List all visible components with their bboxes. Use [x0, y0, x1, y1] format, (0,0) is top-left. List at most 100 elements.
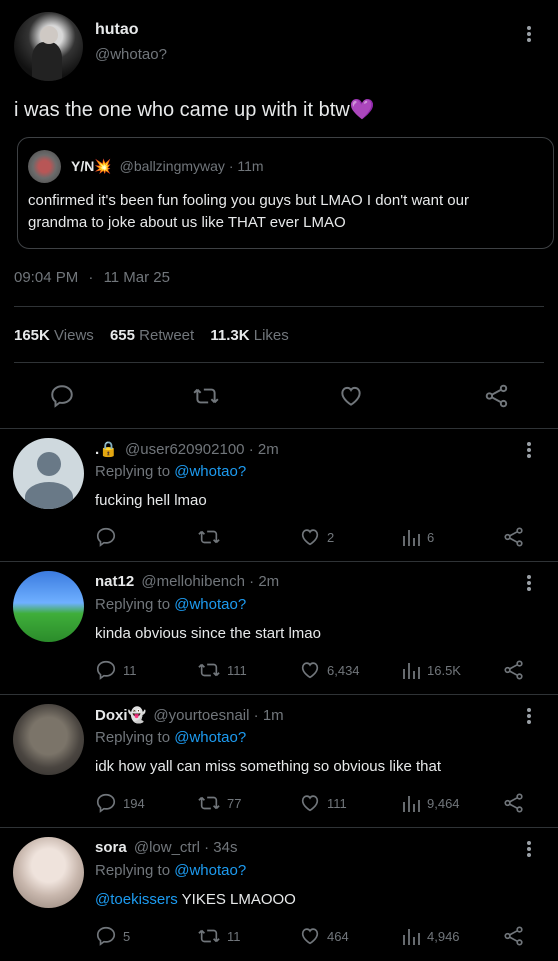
retweets-stat[interactable]: 655 Retweet	[110, 327, 194, 344]
reply-avatar[interactable]	[13, 438, 84, 509]
quote-text: confirmed it's been fun fooling you guys…	[28, 192, 469, 231]
reply-author-name[interactable]: sora	[95, 839, 127, 856]
reply-text: YIKES LMAOOO	[177, 891, 296, 908]
views-icon	[403, 796, 420, 812]
reply-author-handle[interactable]: @user620902100	[125, 441, 245, 458]
reply-mention[interactable]: @toekissers	[95, 891, 178, 908]
reply-time: 1m	[262, 707, 284, 724]
replying-to-handle[interactable]: @whotao?	[174, 463, 246, 480]
author-avatar[interactable]	[14, 12, 83, 81]
reply[interactable]: Doxi👻 @yourtoesnail · 1m Replying to @wh…	[0, 696, 558, 828]
reply-view-count: 16.5K	[427, 662, 461, 678]
reply-like-button[interactable]: 6,434	[299, 659, 360, 681]
reply-view-count: 9,464	[427, 795, 460, 811]
reply-retweet-button[interactable]: 77	[197, 792, 241, 814]
reply-like-button[interactable]: 111	[299, 792, 347, 814]
reply-share-icon[interactable]	[503, 925, 525, 952]
reply-like-count: 2	[327, 529, 335, 545]
divider	[14, 306, 544, 307]
reply-views-button[interactable]: 9,464	[401, 792, 460, 814]
reply-comment-count: 194	[123, 795, 145, 811]
views-stat[interactable]: 165K Views	[14, 327, 94, 344]
like-icon	[301, 662, 319, 679]
quote-avatar	[28, 150, 61, 183]
reply-avatar[interactable]	[13, 837, 84, 908]
retweets-label: Retweet	[139, 327, 195, 344]
reply-share-icon[interactable]	[503, 792, 525, 819]
views-label: Views	[54, 327, 94, 344]
replying-to-label: Replying to	[95, 862, 171, 879]
reply-author-handle[interactable]: @yourtoesnail	[153, 707, 249, 724]
reply-icon	[96, 926, 116, 946]
reply[interactable]: .🔒 @user620902100 · 2m Replying to @whot…	[0, 430, 558, 562]
reply-comment-count: 5	[123, 928, 131, 944]
retweets-count: 655	[109, 327, 135, 344]
views-icon	[403, 929, 420, 945]
reply-view-count: 6	[427, 529, 435, 545]
reply-more-icon[interactable]	[519, 573, 539, 593]
replying-to-label: Replying to	[95, 729, 171, 746]
retweet-icon	[198, 663, 220, 677]
reply-comment-button[interactable]: 5	[95, 925, 130, 947]
quoted-post[interactable]: Y/N💥 @ballzingmyway · 11m confirmed it's…	[17, 137, 554, 249]
replying-to-handle[interactable]: @whotao?	[174, 729, 246, 746]
reply-like-button[interactable]: 464	[299, 925, 349, 947]
reply-like-count: 6,434	[327, 662, 360, 678]
reply-share-icon[interactable]	[503, 659, 525, 686]
reply-author-handle[interactable]: @low_ctrl	[134, 839, 200, 856]
reply-time: 2m	[257, 441, 279, 458]
like-icon	[301, 529, 319, 546]
more-options-icon[interactable]	[519, 24, 539, 44]
divider	[0, 694, 558, 695]
views-icon	[403, 530, 420, 546]
retweet-icon[interactable]	[192, 383, 220, 409]
replying-to-handle[interactable]: @whotao?	[174, 596, 246, 613]
share-icon[interactable]	[484, 383, 510, 409]
reply[interactable]: nat12 @mellohibench · 2m Replying to @wh…	[0, 563, 558, 695]
reply-author-handle[interactable]: @mellohibench	[141, 573, 245, 590]
reply-avatar[interactable]	[13, 571, 84, 642]
reply-view-count: 4,946	[427, 928, 460, 944]
quote-author-handle: @ballzingmyway	[119, 158, 225, 174]
reply-like-count: 464	[327, 928, 349, 944]
post-date: 11 Mar 25	[103, 269, 170, 286]
post-time: 09:04 PM	[14, 269, 79, 286]
reply-comment-button[interactable]: 11	[95, 659, 137, 681]
reply-views-button[interactable]: 4,946	[401, 925, 460, 947]
reply-icon	[96, 527, 116, 547]
reply-icon[interactable]	[49, 383, 75, 409]
reply-more-icon[interactable]	[519, 839, 539, 859]
reply-time: 34s	[213, 839, 238, 856]
reply-author-name[interactable]: nat12	[95, 573, 134, 590]
reply-comment-button[interactable]	[95, 526, 123, 548]
reply-text: kinda obvious since the start lmao	[95, 625, 321, 642]
reply-retweet-button[interactable]: 111	[197, 659, 247, 681]
reply-comment-count: 11	[123, 662, 137, 678]
reply-retweet-button[interactable]	[197, 526, 227, 548]
author-name[interactable]: hutao	[95, 21, 139, 39]
reply-share-icon[interactable]	[503, 526, 525, 553]
reply-more-icon[interactable]	[519, 706, 539, 726]
reply-avatar[interactable]	[13, 704, 84, 775]
reply-comment-button[interactable]: 194	[95, 792, 145, 814]
retweet-icon	[198, 796, 220, 810]
post-timestamp: 09:04 PM · 11 Mar 25	[14, 269, 170, 286]
reply-more-icon[interactable]	[519, 440, 539, 460]
reply-retweet-button[interactable]: 11	[197, 925, 241, 947]
reply-time: 2m	[258, 573, 280, 590]
like-icon	[301, 795, 319, 812]
divider	[0, 428, 558, 429]
reply[interactable]: sora @low_ctrl · 34s Replying to @whotao…	[0, 829, 558, 961]
quote-author-name: Y/N💥	[71, 158, 112, 174]
replying-to-handle[interactable]: @whotao?	[174, 862, 246, 879]
like-icon[interactable]	[338, 383, 364, 409]
like-icon	[301, 928, 319, 945]
views-icon	[403, 663, 420, 679]
likes-stat[interactable]: 11.3K Likes	[210, 327, 288, 344]
reply-author-name[interactable]: .🔒	[95, 441, 118, 458]
reply-like-button[interactable]: 2	[299, 526, 334, 548]
author-handle[interactable]: @whotao?	[95, 46, 167, 63]
reply-views-button[interactable]: 16.5K	[401, 659, 461, 681]
reply-views-button[interactable]: 6	[401, 526, 434, 548]
reply-author-name[interactable]: Doxi👻	[95, 707, 146, 724]
